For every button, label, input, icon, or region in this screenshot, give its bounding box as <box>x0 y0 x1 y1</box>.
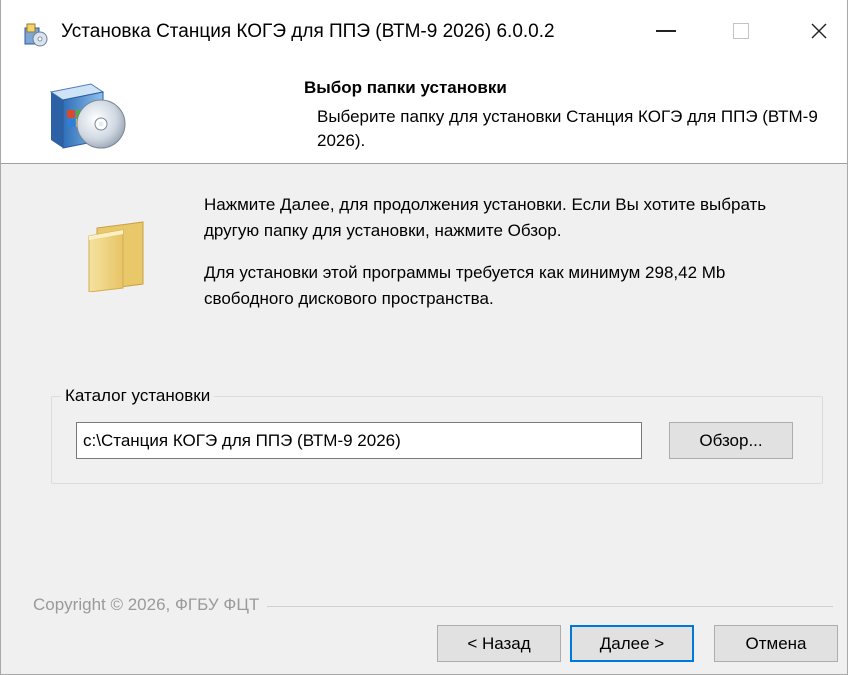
install-path-input[interactable] <box>76 422 642 459</box>
browse-button[interactable]: Обзор... <box>669 422 793 459</box>
maximize-button[interactable] <box>706 0 776 62</box>
disk-space-text: Для установки этой программы требуется к… <box>204 263 726 308</box>
wizard-header: Выбор папки установки Выберите папку для… <box>1 62 847 164</box>
folder-icon <box>88 221 144 292</box>
close-icon <box>811 23 827 39</box>
setup-box-cd-icon <box>49 83 126 149</box>
page-title: Выбор папки установки <box>304 78 507 97</box>
title-bar[interactable]: Установка Станция КОГЭ для ППЭ (ВТМ-9 20… <box>1 0 847 62</box>
installer-icon <box>24 23 48 47</box>
install-dir-label: Каталог установки <box>61 386 215 406</box>
installer-window: Установка Станция КОГЭ для ППЭ (ВТМ-9 20… <box>0 0 848 675</box>
minimize-icon <box>656 30 676 32</box>
back-button[interactable]: < Назад <box>437 625 561 662</box>
close-button[interactable] <box>784 0 848 62</box>
next-button[interactable]: Далее > <box>570 625 694 662</box>
page-description: Выберите папку для установки Станция КОГ… <box>317 107 818 150</box>
maximize-icon <box>733 23 749 39</box>
instruction-text: Нажмите Далее, для продолжения установки… <box>204 195 767 240</box>
cancel-button[interactable]: Отмена <box>714 625 838 662</box>
minimize-button[interactable] <box>631 0 701 62</box>
window-title: Установка Станция КОГЭ для ППЭ (ВТМ-9 20… <box>61 21 555 42</box>
copyright-text: Copyright © 2026, ФГБУ ФЦТ <box>33 595 268 615</box>
